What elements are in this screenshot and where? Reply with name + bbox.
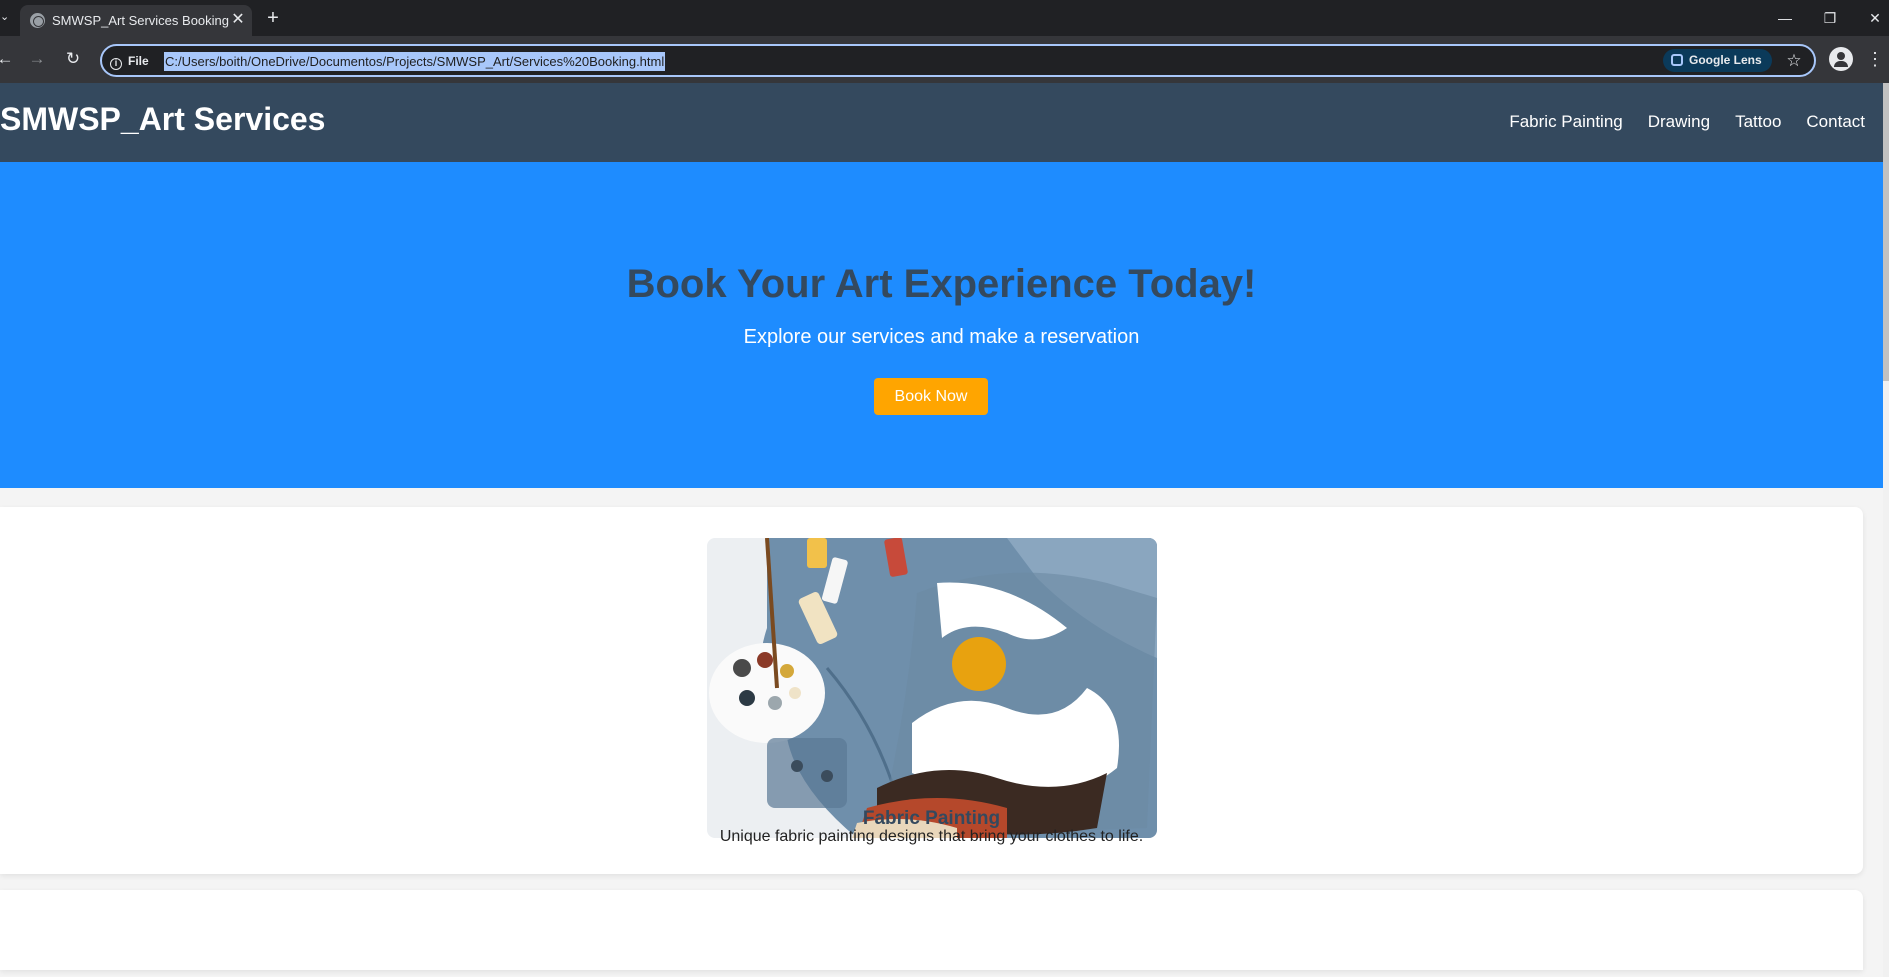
address-bar[interactable]: i File C:/Users/boith/OneDrive/Documentos…: [100, 44, 1816, 77]
service-description: Unique fabric painting designs that brin…: [719, 828, 1144, 845]
nav-link-tattoo[interactable]: Tattoo: [1735, 112, 1781, 132]
service-card: Fabric Painting Unique fabric painting d…: [0, 507, 1863, 874]
hero-title: Book Your Art Experience Today!: [626, 262, 1257, 306]
page-viewport: SMWSP_Art Services Fabric Painting Drawi…: [0, 83, 1889, 977]
browser-toolbar: ← → ↻ i File C:/Users/boith/OneDrive/Docu…: [0, 36, 1889, 83]
back-button[interactable]: ←: [0, 46, 18, 72]
service-image: [707, 538, 1157, 838]
site-header: SMWSP_Art Services Fabric Painting Drawi…: [0, 83, 1883, 162]
hero-subtitle: Explore our services and make a reservat…: [743, 326, 1140, 348]
profile-avatar-icon[interactable]: [1829, 47, 1853, 71]
browser-menu-icon[interactable]: ⋮: [1866, 47, 1884, 71]
site-info-button[interactable]: i File: [110, 52, 149, 71]
google-lens-button[interactable]: Google Lens: [1663, 49, 1772, 72]
site-brand: SMWSP_Art Services: [0, 101, 326, 137]
google-lens-label: Google Lens: [1689, 53, 1762, 67]
tab-search-icon[interactable]: ⌄: [0, 10, 12, 26]
nav-link-contact[interactable]: Contact: [1806, 112, 1865, 132]
reload-button[interactable]: ↻: [60, 46, 86, 72]
minimize-button[interactable]: —: [1773, 6, 1797, 30]
url-text[interactable]: C:/Users/boith/OneDrive/Documentos/Proje…: [164, 52, 666, 71]
bookmark-star-icon[interactable]: ☆: [1782, 49, 1806, 73]
lens-icon: [1671, 54, 1683, 66]
nav-link-drawing[interactable]: Drawing: [1648, 112, 1710, 132]
new-tab-button[interactable]: +: [261, 6, 285, 30]
restore-button[interactable]: ❐: [1818, 6, 1842, 30]
next-service-card: [0, 890, 1863, 970]
page-scrollbar[interactable]: [1883, 83, 1889, 977]
service-title: Fabric Painting: [862, 808, 1001, 829]
browser-tab[interactable]: SMWSP_Art Services Booking ✕: [20, 5, 252, 36]
site-nav: Fabric Painting Drawing Tattoo Contact: [1509, 112, 1865, 132]
book-now-button[interactable]: Book Now: [874, 378, 988, 415]
forward-button[interactable]: →: [24, 46, 50, 72]
info-icon: i: [110, 58, 122, 70]
close-window-button[interactable]: ✕: [1863, 6, 1887, 30]
close-tab-icon[interactable]: ✕: [228, 10, 248, 30]
site-info-label: File: [128, 54, 149, 68]
hero-section: Book Your Art Experience Today! Explore …: [0, 162, 1883, 488]
tab-title: SMWSP_Art Services Booking: [52, 13, 230, 28]
browser-tab-bar: ⌄ SMWSP_Art Services Booking ✕ + — ❐ ✕: [0, 0, 1889, 36]
nav-link-fabric-painting[interactable]: Fabric Painting: [1509, 112, 1622, 132]
globe-icon: [30, 13, 45, 28]
scrollbar-thumb[interactable]: [1883, 83, 1889, 381]
